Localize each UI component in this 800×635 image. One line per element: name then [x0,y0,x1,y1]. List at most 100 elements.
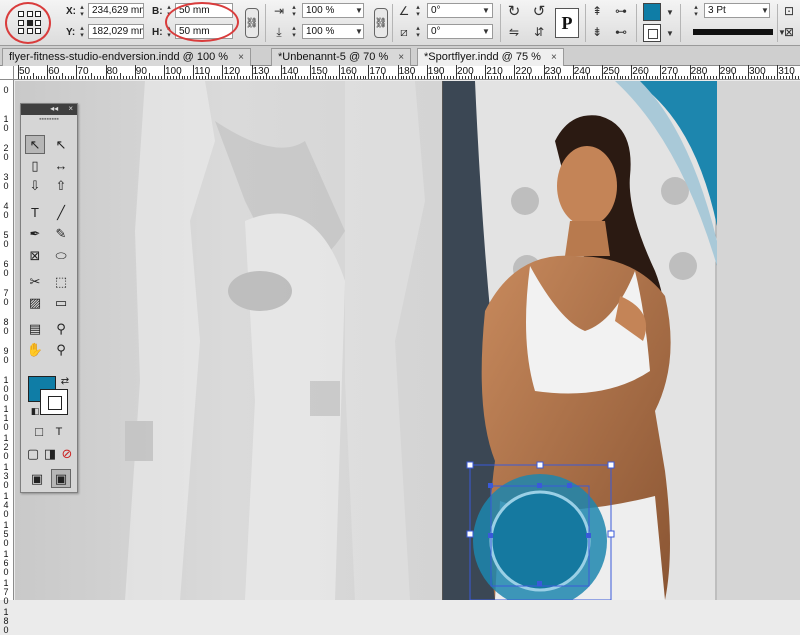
stroke-swatch[interactable] [643,24,661,42]
gradient-swatch-tool[interactable]: ▨ [25,293,45,312]
direct-selection-tool[interactable]: ↖ [51,135,71,154]
pen-tool[interactable]: ✒ [25,224,45,243]
height-stepper[interactable]: ▴ ▾ [165,25,173,39]
stroke-weight-dropdown-icon[interactable]: ▼ [761,6,769,15]
tab-close-icon[interactable]: × [398,49,404,66]
constrain-scale-chain-icon[interactable]: ⛓ [374,8,388,38]
gap-tool[interactable]: ↔ [51,156,71,175]
line-tool[interactable]: ╱ [51,203,71,222]
ruler-tick [41,76,43,79]
select-container-icon[interactable]: ⇞ [588,3,606,19]
ruler-tick [590,76,592,79]
ruler-tick [38,76,40,79]
tools-panel-header[interactable]: ◂◂ × [21,104,77,115]
x-stepper[interactable]: ▴ ▾ [78,4,86,18]
ruler-tick [134,65,136,79]
flip-vertical-icon[interactable]: ⇵ [530,24,548,40]
ruler-tick [526,76,528,79]
scale-x-dropdown-icon[interactable]: ▼ [355,6,363,15]
hand-tool[interactable]: ✋ [25,340,45,359]
view-mode-preview-icon[interactable]: ▣ [51,469,71,488]
tab-flyer-fitness[interactable]: flyer-fitness-studio-endversion.indd @ 1… [2,48,251,66]
gradient-feather-tool[interactable]: ▭ [51,293,71,312]
selection-tool[interactable]: ↖ [25,135,45,154]
panel-grip[interactable]: ▪▪▪▪▪▪▪▪ [21,115,77,125]
default-colors-icon[interactable]: ◧ [25,402,45,421]
apply-none-icon[interactable]: ⊘ [57,444,77,463]
fit-frame-icon[interactable]: ⊠ [780,24,798,40]
ruler-v-label: 1 7 0 [3,578,9,606]
fill-dropdown-icon[interactable]: ▼ [666,8,674,17]
ruler-tick [444,76,446,79]
rotation-stepper[interactable]: ▴ ▾ [414,4,422,18]
select-previous-icon[interactable]: ⊶ [612,3,630,19]
swap-colors-icon[interactable]: ⇄ [55,372,75,391]
vertical-ruler[interactable]: 01 02 03 04 05 06 07 08 09 01 0 01 1 01 … [0,80,14,635]
ruler-tick [47,65,49,79]
collapse-panel-icon[interactable]: ◂◂ [50,104,58,113]
rotate-counterclockwise-icon[interactable]: ↺ [530,3,548,20]
ruler-tick [610,76,612,79]
formatting-text-icon[interactable]: T [49,422,69,441]
ruler-tick [794,76,796,79]
rectangle-frame-tool[interactable]: ⊠ [25,246,45,265]
shear-stepper[interactable]: ▴ ▾ [414,25,422,39]
constrain-proportions-chain-icon[interactable]: ⛓ [245,8,259,38]
tab-unbenannt[interactable]: *Unbenannt-5 @ 70 % × [271,48,412,66]
ruler-tick [234,76,236,79]
tab-sportflyer[interactable]: *Sportflyer.indd @ 75 % × [417,48,564,66]
stroke-type-preview[interactable] [693,29,773,35]
ruler-tick [213,76,215,79]
rotate-clockwise-icon[interactable]: ↻ [505,3,523,20]
close-panel-icon[interactable]: × [68,104,73,113]
view-mode-normal-icon[interactable]: ▣ [27,469,47,488]
ruler-tick [701,76,703,79]
ruler-tick [117,76,119,79]
horizontal-ruler[interactable]: 50 60 70 80 90 100 110 120 130 140 150 160 170 180 190… [14,65,800,80]
zoom-tool[interactable]: ⚲ [51,340,71,359]
page-tool[interactable]: ▯ [25,156,45,175]
width-field[interactable]: 50 mm [175,3,233,18]
content-collector-tool[interactable]: ⇩ [25,176,45,195]
ruler-tick [435,76,437,79]
ruler-tick [581,76,583,79]
scale-y-dropdown-icon[interactable]: ▼ [355,27,363,36]
ellipse-tool[interactable]: ⬭ [51,246,71,265]
document-canvas[interactable] [15,81,800,600]
rotation-dropdown-icon[interactable]: ▼ [482,6,490,15]
ruler-origin[interactable] [0,66,14,80]
flip-indicator-p-icon: P [555,8,579,38]
flip-horizontal-icon[interactable]: ⇋ [505,24,523,40]
ruler-tick [199,76,201,79]
tab-close-icon[interactable]: × [551,49,557,66]
reference-point-locator[interactable] [16,9,44,37]
control-panel: X: ▴ ▾ 234,629 mm Y: ▴ ▾ 182,029 mm B: ▴ ▾ … [0,0,800,46]
ruler-tick [146,76,148,79]
width-stepper[interactable]: ▴ ▾ [165,4,173,18]
type-tool[interactable]: T [25,203,45,222]
scissors-tool[interactable]: ✂ [25,272,45,291]
ruler-tick [207,73,209,79]
content-placer-tool[interactable]: ⇧ [51,176,71,195]
stroke-weight-stepper[interactable]: ▴ ▾ [692,4,700,18]
select-content-icon[interactable]: ⇟ [588,24,606,40]
ruler-tick [695,76,697,79]
fill-swatch[interactable] [643,3,661,21]
pencil-tool[interactable]: ✎ [51,224,71,243]
y-stepper[interactable]: ▴ ▾ [78,25,86,39]
note-tool[interactable]: ▤ [25,319,45,338]
formatting-container-icon[interactable]: □ [29,422,49,441]
ruler-tick [102,76,104,79]
eyedropper-tool[interactable]: ⚲ [51,319,71,338]
select-next-icon[interactable]: ⊷ [612,24,630,40]
shear-dropdown-icon[interactable]: ▼ [482,27,490,36]
scale-y-stepper[interactable]: ▴ ▾ [290,25,298,39]
auto-fit-icon[interactable]: ⊡ [780,3,798,19]
stroke-dropdown-icon[interactable]: ▼ [666,29,674,38]
height-field[interactable]: 50 mm [175,24,233,39]
tab-close-icon[interactable]: × [238,49,244,66]
y-position-field[interactable]: 182,029 mm [88,24,144,39]
scale-x-stepper[interactable]: ▴ ▾ [290,4,298,18]
free-transform-tool[interactable]: ⬚ [51,272,71,291]
x-position-field[interactable]: 234,629 mm [88,3,144,18]
